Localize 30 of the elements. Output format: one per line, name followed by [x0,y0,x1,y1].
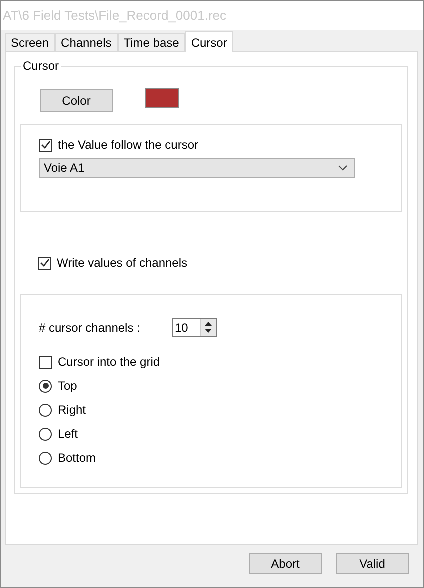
radio-button[interactable] [39,380,52,392]
checkbox-label: Cursor into the grid [58,355,160,369]
radio-button[interactable] [39,428,52,440]
tab[interactable]: Screen [5,33,56,51]
spin-arrows-icon[interactable] [200,319,216,336]
checkbox-label: the Value follow the cursor [58,138,199,152]
check-icon [40,140,50,150]
group-title: Cursor [21,59,62,73]
radio-label: Left [58,427,78,441]
dialog-button[interactable]: Abort [249,553,322,574]
color-swatch[interactable] [145,88,179,108]
number-spinner[interactable]: 10 [172,318,217,337]
radio-label: Right [58,403,86,417]
chevron-icon [338,165,348,171]
radio-button[interactable] [39,404,52,416]
checkbox-label: Write values of channels [57,256,188,270]
radio-label: Bottom [58,451,96,465]
field-label: # cursor channels : [39,320,142,334]
tab[interactable]: Cursor [185,31,234,52]
tab[interactable]: Time base [118,33,186,51]
radio-button[interactable] [39,452,52,464]
checkbox[interactable] [39,356,52,368]
check-icon [40,258,50,268]
channel-dropdown[interactable]: Voie A1 [39,158,355,178]
color-button[interactable]: Color [40,89,113,112]
checkbox[interactable] [38,256,51,270]
checkbox[interactable] [39,138,52,152]
radio-label: Top [58,379,78,393]
tab[interactable]: Channels [55,33,118,51]
dialog-button[interactable]: Valid [336,553,409,574]
